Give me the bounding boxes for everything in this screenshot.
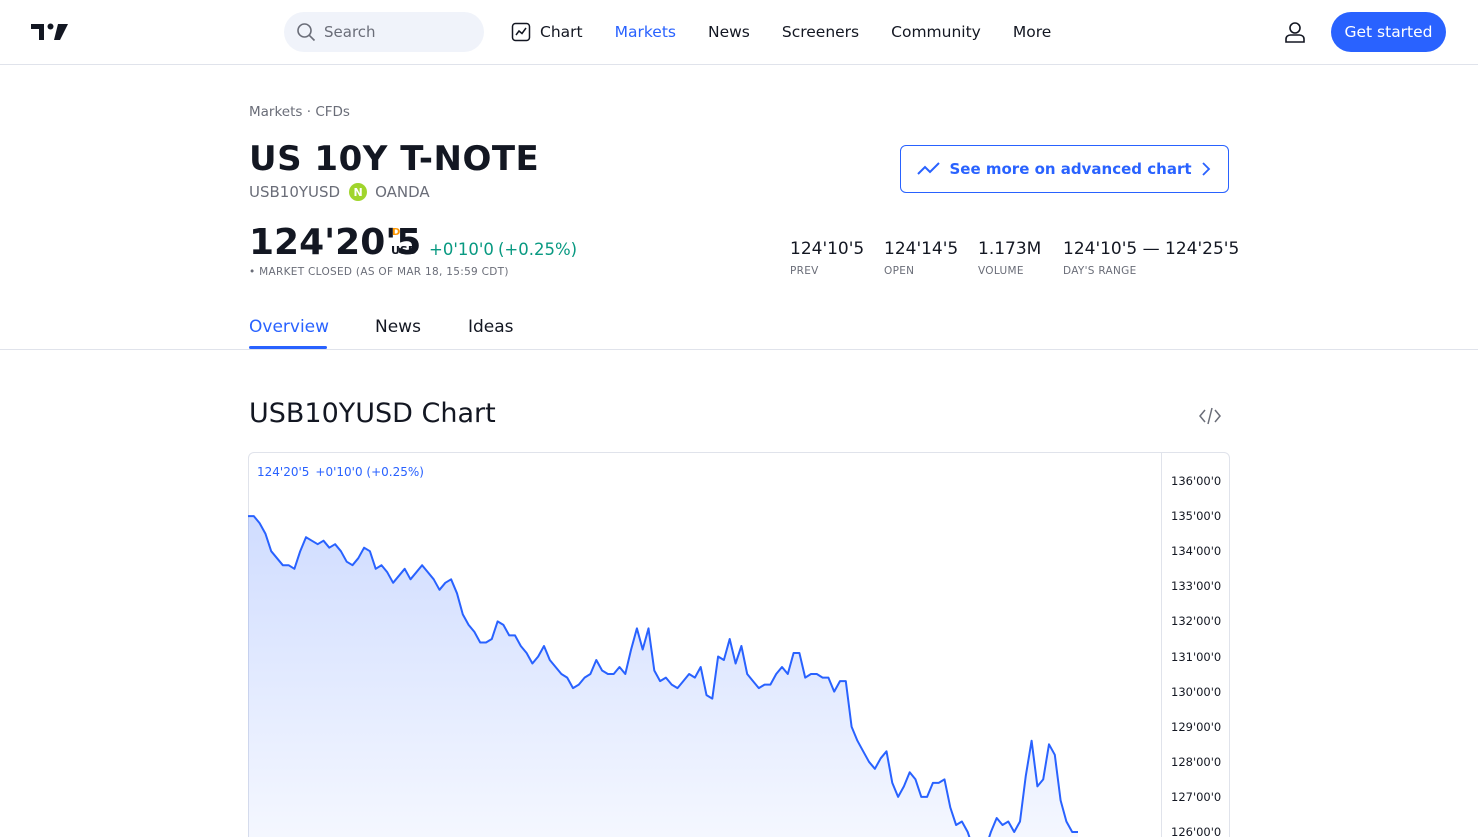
price-axis-divider <box>1161 453 1162 837</box>
y-axis-tick-label: 131'00'0 <box>1171 649 1222 664</box>
nav-item-label: Chart <box>540 23 583 41</box>
price-area-fill <box>248 516 1078 837</box>
y-axis-tick-label: 130'00'0 <box>1171 684 1222 699</box>
breadcrumb[interactable]: Markets · CFDs <box>249 104 350 120</box>
stat-value: 1.173M <box>978 239 1042 259</box>
y-axis-tick-label: 127'00'0 <box>1171 789 1222 804</box>
stat-label: VOLUME <box>978 265 1024 277</box>
user-icon[interactable] <box>1283 20 1307 44</box>
y-axis-tick-label: 128'00'0 <box>1171 754 1222 769</box>
y-axis-tick-label: 132'00'0 <box>1171 614 1222 629</box>
stat-value: 124'10'5 <box>790 239 865 259</box>
nav-item-community[interactable]: Community <box>891 23 981 41</box>
search-box[interactable] <box>284 12 484 52</box>
y-axis-tick-label: 133'00'0 <box>1171 579 1222 594</box>
y-axis-tick-label: 126'00'0 <box>1171 825 1222 837</box>
stat-label: OPEN <box>884 265 915 277</box>
price-currency: USD <box>391 244 417 257</box>
stat-label: PREV <box>790 265 819 277</box>
y-axis-tick-label: 135'00'0 <box>1171 509 1222 524</box>
nav-item-label: News <box>707 23 750 41</box>
nav-item-chart[interactable]: Chart <box>511 22 583 42</box>
price-change: +0'10'0 <box>429 240 494 259</box>
stat-prev: 124'10'5 PREV <box>790 239 864 277</box>
y-axis-tick-label: 136'00'0 <box>1171 474 1222 488</box>
nav-item-markets[interactable]: Markets <box>615 23 676 41</box>
chart-icon <box>511 22 531 42</box>
y-axis-tick-label: 134'00'0 <box>1171 544 1222 559</box>
search-icon <box>297 23 316 42</box>
advanced-chart-button[interactable]: See more on advanced chart <box>900 145 1229 193</box>
page-title: US 10Y T-NOTE <box>249 139 540 179</box>
nav-item-more[interactable]: More <box>1013 23 1051 41</box>
symbol-line: USB10YUSD N OANDA <box>249 183 430 201</box>
trend-line-icon <box>917 162 941 175</box>
nav-item-label: Community <box>891 23 981 41</box>
symbol-tabs: Overview News Ideas <box>0 300 1478 350</box>
active-tab-indicator <box>249 346 327 349</box>
stat-value: 124'10'5 — 124'25'5 <box>1063 239 1240 259</box>
tradingview-logo-icon[interactable] <box>31 21 69 43</box>
exchange-name[interactable]: OANDA <box>375 183 430 201</box>
stat-open: 124'14'5 OPEN <box>884 239 958 277</box>
chevron-right-icon <box>1201 162 1210 176</box>
embed-code-icon[interactable] <box>1198 405 1222 427</box>
symbol-ticker: USB10YUSD <box>249 183 341 201</box>
price-change-percent: (+0.25%) <box>498 240 578 259</box>
chart-section-title: USB10YUSD Chart <box>249 398 496 429</box>
price-chart[interactable] <box>248 452 1161 837</box>
chart-legend-price: 124'20'5 <box>257 465 310 479</box>
stat-days-range: 124'10'5 — 124'25'5 DAY'S RANGE <box>1063 239 1239 277</box>
advanced-chart-label: See more on advanced chart <box>949 160 1192 178</box>
nav-item-label: Markets <box>614 23 676 41</box>
main-nav: Chart Markets News Screeners Community M… <box>511 0 1083 64</box>
nav-item-news[interactable]: News <box>708 23 750 41</box>
stat-value: 124'14'5 <box>884 239 959 259</box>
nav-item-screeners[interactable]: Screeners <box>782 23 859 41</box>
market-status: • MARKET CLOSED (AS OF MAR 18, 15:59 CDT… <box>249 266 509 278</box>
tab-ideas[interactable]: Ideas <box>468 317 514 337</box>
get-started-button[interactable]: Get started <box>1331 12 1446 52</box>
top-navigation: Chart Markets News Screeners Community M… <box>0 0 1478 65</box>
stat-label: DAY'S RANGE <box>1063 265 1137 277</box>
delayed-flag: D <box>392 227 401 238</box>
nav-item-label: Screeners <box>781 23 860 41</box>
chart-legend-change: +0'10'0 (+0.25%) <box>315 465 424 479</box>
search-input[interactable] <box>324 23 474 41</box>
tab-overview[interactable]: Overview <box>249 317 329 337</box>
oanda-logo-icon: N <box>349 183 368 201</box>
y-axis-tick-label: 129'00'0 <box>1171 719 1222 734</box>
stat-volume: 1.173M VOLUME <box>978 239 1041 277</box>
tab-news[interactable]: News <box>375 317 421 337</box>
nav-item-label: More <box>1012 23 1052 41</box>
chart-legend: 124'20'5 +0'10'0 (+0.25%) <box>257 465 430 479</box>
